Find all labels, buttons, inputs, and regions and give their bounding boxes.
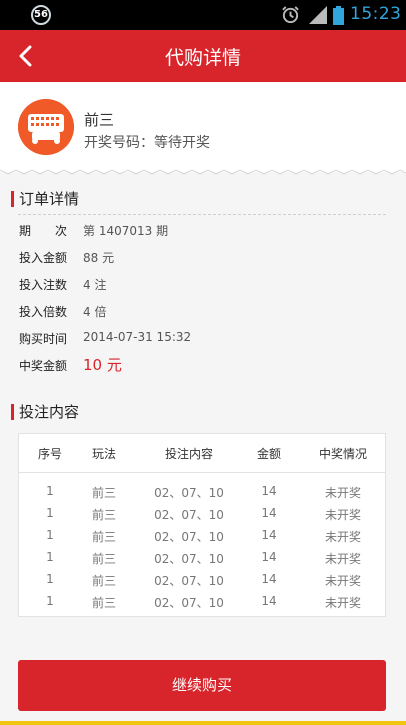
cell-amount: 14 xyxy=(261,572,277,586)
cell-status: 未开奖 xyxy=(324,596,361,610)
bet-content-heading: 投注内容 xyxy=(11,404,79,420)
cell-index: 1 xyxy=(46,572,54,586)
cell-play: 前三 xyxy=(91,508,116,522)
lottery-card: 前三 开奖号码：等待开奖 xyxy=(0,82,406,172)
cell-index: 1 xyxy=(46,484,54,498)
cell-play: 前三 xyxy=(91,530,116,544)
cell-numbers: 02、07、10 xyxy=(154,530,224,544)
cell-status: 未开奖 xyxy=(324,552,361,566)
purchase-time-value: 2014-07-31 15:32 xyxy=(83,330,192,344)
page-title: 代购详情 xyxy=(164,47,241,69)
zigzag-divider xyxy=(0,169,406,175)
column-header: 序号 xyxy=(37,447,62,461)
notification-badge: 56 xyxy=(31,5,51,25)
table-header: 序号 玩法 投注内容 金额 中奖情况 xyxy=(19,434,385,473)
status-bar: 56 15:23 xyxy=(0,0,406,30)
prize-amount-value: 10 元 xyxy=(83,356,122,374)
cell-numbers: 02、07、10 xyxy=(154,508,224,522)
cell-numbers: 02、07、10 xyxy=(154,596,224,610)
lottery-machine-icon xyxy=(18,99,74,155)
multiplier-value: 4 倍 xyxy=(83,305,107,319)
cell-status: 未开奖 xyxy=(324,574,361,588)
cell-status: 未开奖 xyxy=(324,530,361,544)
cell-index: 1 xyxy=(46,550,54,564)
cell-play: 前三 xyxy=(91,596,116,610)
column-header: 玩法 xyxy=(91,447,116,461)
lottery-name: 前三 xyxy=(84,111,115,129)
column-header: 中奖情况 xyxy=(318,447,367,461)
cell-amount: 14 xyxy=(261,484,277,498)
cell-amount: 14 xyxy=(261,550,277,564)
cell-numbers: 02、07、10 xyxy=(154,552,224,566)
issue-label: 期 次 xyxy=(19,224,68,238)
alarm-icon xyxy=(282,6,299,24)
status-time: 15:23 xyxy=(350,4,402,24)
cell-numbers: 02、07、10 xyxy=(154,486,224,500)
amount-label: 投入金额 xyxy=(19,251,68,265)
issue-value: 第 1407013 期 xyxy=(83,224,169,238)
purchase-time-label: 购买时间 xyxy=(19,332,68,346)
divider xyxy=(18,214,386,215)
column-header: 投注内容 xyxy=(164,447,213,461)
cell-amount: 14 xyxy=(261,506,277,520)
prize-amount-label: 中奖金额 xyxy=(19,359,68,373)
cell-index: 1 xyxy=(46,594,54,608)
app-bar: 代购详情 xyxy=(0,30,406,82)
cell-play: 前三 xyxy=(91,574,116,588)
battery-icon xyxy=(333,6,344,25)
multiplier-label: 投入倍数 xyxy=(19,305,68,319)
cell-amount: 14 xyxy=(261,528,277,542)
bet-count-label: 投入注数 xyxy=(19,278,68,292)
order-details-heading: 订单详情 xyxy=(11,191,79,207)
cell-numbers: 02、07、10 xyxy=(154,574,224,588)
cell-index: 1 xyxy=(46,528,54,542)
cell-play: 前三 xyxy=(91,486,116,500)
cell-play: 前三 xyxy=(91,552,116,566)
draw-status: 开奖号码：等待开奖 xyxy=(84,135,210,151)
bet-count-value: 4 注 xyxy=(83,278,107,292)
signal-icon xyxy=(309,6,327,24)
cell-status: 未开奖 xyxy=(324,486,361,500)
cell-status: 未开奖 xyxy=(324,508,361,522)
cell-amount: 14 xyxy=(261,594,277,608)
cell-index: 1 xyxy=(46,506,54,520)
bottom-accent-bar xyxy=(0,721,406,725)
continue-purchase-button[interactable]: 继续购买 xyxy=(18,660,386,711)
bet-table: 序号 玩法 投注内容 金额 中奖情况 1 前三 02、07、10 14 未开奖 … xyxy=(18,433,386,617)
column-header: 金额 xyxy=(256,447,281,461)
amount-value: 88 元 xyxy=(83,251,115,265)
